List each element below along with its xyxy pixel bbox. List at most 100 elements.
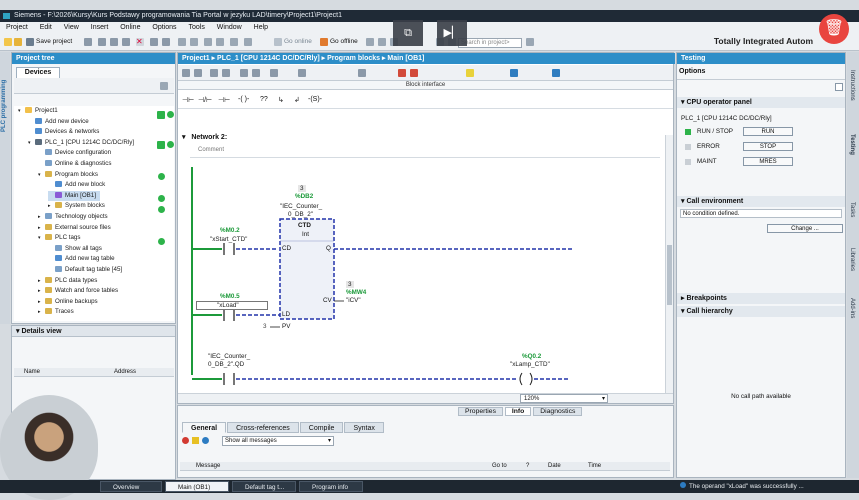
tab-properties[interactable]: Properties — [458, 407, 503, 416]
menu-online[interactable]: Online — [120, 24, 140, 31]
empty-box-icon[interactable]: ?? — [260, 96, 268, 103]
vertical-scrollbar[interactable] — [665, 135, 673, 393]
col-time[interactable]: Time — [588, 462, 601, 471]
rung2-tag-line1[interactable]: "IEC_Counter_ — [208, 353, 250, 360]
upload-icon[interactable] — [216, 38, 224, 46]
save-icon[interactable] — [26, 38, 34, 46]
tree-item[interactable]: Devices & networks — [28, 127, 99, 137]
tab-compile[interactable]: Compile — [299, 422, 344, 433]
in2-tag-input[interactable]: "xLoad" — [196, 301, 268, 310]
menu-insert[interactable]: Insert — [91, 24, 109, 31]
col-goto[interactable]: Go to — [492, 462, 507, 471]
tree-item[interactable]: ▸ PLC data types — [38, 276, 97, 286]
col-message[interactable]: Message — [196, 462, 220, 471]
go-offline-button[interactable]: Go offline — [330, 38, 358, 45]
col-address[interactable]: Address — [114, 368, 136, 377]
menu-project[interactable]: Project — [6, 24, 28, 31]
menu-window[interactable]: Window — [217, 24, 242, 31]
menu-help[interactable]: Help — [254, 24, 268, 31]
coil-icon[interactable]: -( )- — [238, 96, 249, 103]
task-overview[interactable]: Overview — [100, 481, 162, 492]
cv-address[interactable]: %MW4 — [346, 289, 366, 296]
tree-item[interactable]: ▸ Technology objects — [38, 212, 108, 222]
normally-closed-contact-icon[interactable]: ⊣/⊢ — [198, 96, 212, 104]
simulation-icon[interactable] — [230, 38, 238, 46]
cpu-panel-header[interactable]: ▾ CPU operator panel — [677, 97, 845, 108]
tab-general[interactable]: General — [182, 422, 227, 433]
tree-item[interactable]: ▸ Watch and force tables — [38, 286, 118, 296]
normally-open-contact-icon[interactable]: ⊣⊢ — [182, 96, 194, 104]
task-main-ob1[interactable]: Main (OB1) — [165, 481, 229, 492]
rung2-tag-line2[interactable]: 0_DB_2".QD — [208, 361, 244, 368]
search-icon[interactable] — [526, 38, 534, 46]
skip-forward-icon[interactable]: ▶▏ — [437, 20, 467, 46]
monitoring-on-off-icon[interactable] — [510, 69, 518, 77]
warning-filter-icon[interactable] — [192, 437, 199, 444]
in1-address[interactable]: %M0.2 — [220, 227, 240, 234]
expand-arrow-icon[interactable]: ▸ — [38, 307, 45, 317]
insert-network-icon[interactable] — [182, 69, 190, 77]
go-online-icon[interactable] — [274, 38, 282, 46]
tree-item[interactable]: Show all tags — [48, 244, 102, 254]
run-button[interactable]: RUN — [743, 127, 793, 136]
menu-edit[interactable]: Edit — [40, 24, 52, 31]
call-hierarchy-header[interactable]: ▾ Call hierarchy — [677, 306, 845, 317]
out-address[interactable]: %Q0.2 — [522, 353, 541, 360]
go-to-next-error-icon[interactable] — [410, 69, 418, 77]
breakpoints-header[interactable]: ▸ Breakpoints — [677, 293, 845, 304]
col-question[interactable]: ? — [526, 462, 529, 471]
scrollbar-thumb[interactable] — [667, 245, 672, 305]
tree-item[interactable]: Online & diagnostics — [38, 159, 111, 169]
undo-icon[interactable] — [150, 38, 158, 46]
out-tag[interactable]: "xLamp_CTD" — [510, 361, 550, 368]
tab-diagnostics[interactable]: Diagnostics — [533, 407, 583, 416]
block-interface-bar[interactable]: Block interface — [178, 81, 673, 90]
side-tab-instructions[interactable]: Instructions — [849, 70, 855, 101]
stop-button[interactable]: STOP — [743, 142, 793, 151]
tree-item[interactable]: ▾ PLC tags — [38, 233, 80, 243]
simulation-start-icon[interactable] — [552, 69, 560, 77]
menu-view[interactable]: View — [64, 24, 79, 31]
comment-icon[interactable] — [358, 69, 366, 77]
status-message[interactable]: The operand "xLoad" was successfully ... — [689, 481, 804, 492]
call-env-header[interactable]: ▾ Call environment — [677, 196, 845, 207]
copy-icon[interactable] — [110, 38, 118, 46]
tree-item[interactable]: ▾ Program blocks — [38, 170, 98, 180]
block-data-type[interactable]: Int — [302, 231, 309, 238]
insert-row-icon[interactable] — [210, 69, 218, 77]
panel-maximize-icon[interactable] — [835, 83, 843, 91]
expand-arrow-icon[interactable]: ▸ — [38, 276, 45, 286]
save-project-button[interactable]: Save project — [36, 38, 72, 45]
open-branch-icon[interactable]: ↳ — [278, 96, 284, 104]
details-view-title[interactable]: ▾ Details view — [12, 326, 175, 337]
trash-icon[interactable]: 🗑 — [819, 14, 849, 44]
expand-arrow-icon[interactable]: ▾ — [28, 138, 35, 148]
tree-item[interactable]: ▸ External source files — [38, 223, 111, 233]
tree-item[interactable]: ▾ PLC_1 [CPU 1214C DC/DC/Rly] — [28, 138, 134, 148]
pv-value[interactable]: 3 — [263, 323, 267, 330]
screen-overlay-icon[interactable]: ⧉ — [393, 20, 423, 46]
tree-item[interactable]: ▸ Traces — [38, 307, 74, 317]
expand-arrow-icon[interactable]: ▸ — [38, 297, 45, 307]
db-name-line2[interactable]: 0_DB_2" — [288, 211, 313, 218]
accessible-devices-icon[interactable] — [366, 38, 374, 46]
open-project-icon[interactable] — [14, 38, 22, 46]
plc-programming-side-tab[interactable]: PLC programming — [0, 52, 10, 324]
favorites-icon[interactable] — [298, 69, 306, 77]
expand-arrow-icon[interactable]: ▾ — [38, 233, 45, 243]
tree-item[interactable]: Default tag table [45] — [48, 265, 122, 275]
tree-item[interactable]: Device configuration — [38, 148, 111, 158]
tree-item[interactable]: ▾ Project1 — [18, 106, 58, 116]
go-to-error-icon[interactable] — [398, 69, 406, 77]
col-name[interactable]: Name — [24, 368, 40, 377]
zoom-select[interactable]: 120% ▾ — [520, 394, 608, 403]
contact-icon[interactable]: ⊣⊢ — [218, 96, 230, 104]
download-icon[interactable] — [204, 38, 212, 46]
side-tab-tasks[interactable]: Tasks — [849, 202, 855, 217]
tab-info[interactable]: Info — [504, 407, 532, 416]
tree-item[interactable]: Add new tag table — [48, 254, 115, 264]
task-default-tag-table[interactable]: Default tag t... — [232, 481, 296, 492]
tree-item[interactable]: Add new device — [28, 117, 89, 127]
mres-button[interactable]: MRES — [743, 157, 793, 166]
db-name-line1[interactable]: "IEC_Counter_ — [280, 203, 322, 210]
